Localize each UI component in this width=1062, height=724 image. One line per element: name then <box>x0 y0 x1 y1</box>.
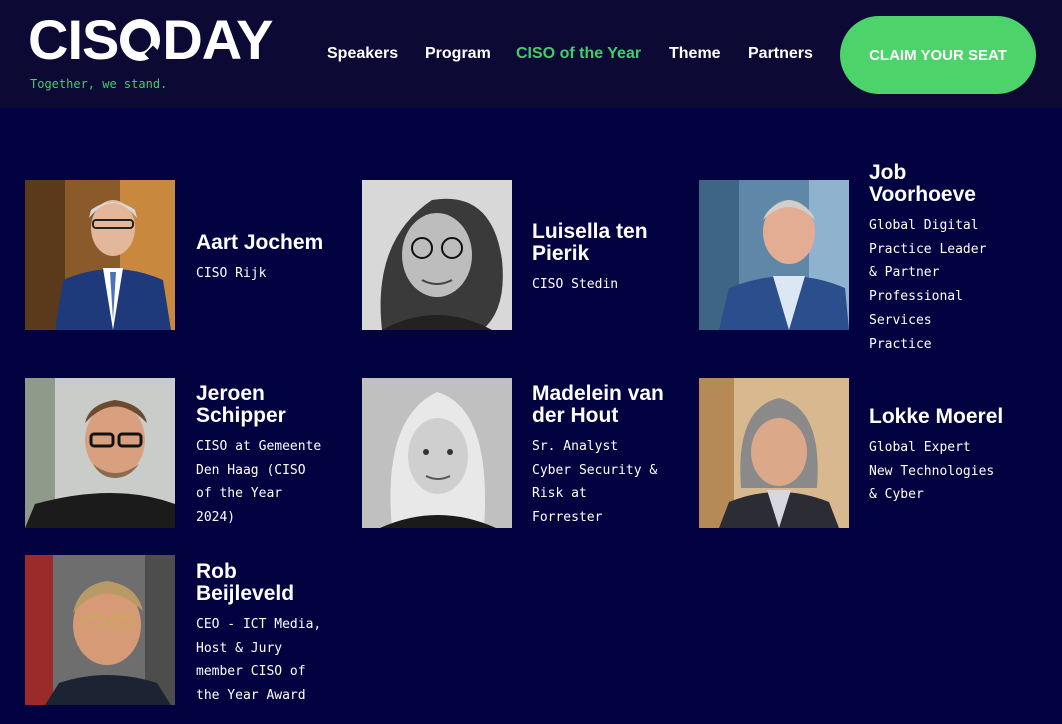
speaker-photo <box>362 180 512 330</box>
speaker-role: CISO at Gemeente Den Haag (CISO of the Y… <box>196 439 322 526</box>
cisoday-logo[interactable]: CIS DAY <box>28 8 273 71</box>
speaker-photo <box>25 378 175 528</box>
speaker-photo <box>362 378 512 528</box>
speaker-photo <box>25 180 175 330</box>
speaker-role: Sr. Analyst Cyber Security & Risk at For… <box>532 439 658 526</box>
speaker-role: CEO - ICT Media, Host & Jury member CISO… <box>196 617 322 704</box>
nav-partners[interactable]: Partners <box>748 45 813 63</box>
speaker-name: Luisella ten Pierik <box>532 220 648 265</box>
nav-speakers[interactable]: Speakers <box>327 45 398 63</box>
nav-theme[interactable]: Theme <box>669 45 721 63</box>
logo-text-end: DAY <box>162 8 273 71</box>
speaker-photo <box>699 378 849 528</box>
claim-your-seat-button[interactable]: CLAIM YOUR SEAT <box>840 16 1036 94</box>
nav-program[interactable]: Program <box>425 45 491 63</box>
speaker-role: CISO Rijk <box>196 266 267 281</box>
logo-text-start: CIS <box>28 8 119 71</box>
speaker-photo <box>699 180 849 330</box>
speaker-role: Global Expert New Technologies & Cyber <box>869 440 995 503</box>
speaker-role: CISO Stedin <box>532 277 619 292</box>
tagline: Together, we stand. <box>30 77 168 91</box>
speaker-photo <box>25 555 175 705</box>
speaker-name: Jeroen Schipper <box>196 382 286 427</box>
speaker-name: Madelein van der Hout <box>532 382 664 427</box>
speaker-name: Job Voorhoeve <box>869 161 976 206</box>
speaker-role: Global Digital Practice Leader & Partner… <box>869 218 987 352</box>
speaker-name: Lokke Moerel <box>869 405 1004 428</box>
site-header: CIS DAY Together, we stand. Speakers Prog… <box>0 0 1062 108</box>
speaker-name: Rob Beijleveld <box>196 560 295 605</box>
logo-speech-bubble-icon <box>120 19 161 61</box>
nav-ciso-of-the-year[interactable]: CISO of the Year <box>516 45 641 63</box>
speaker-name: Aart Jochem <box>196 231 324 254</box>
